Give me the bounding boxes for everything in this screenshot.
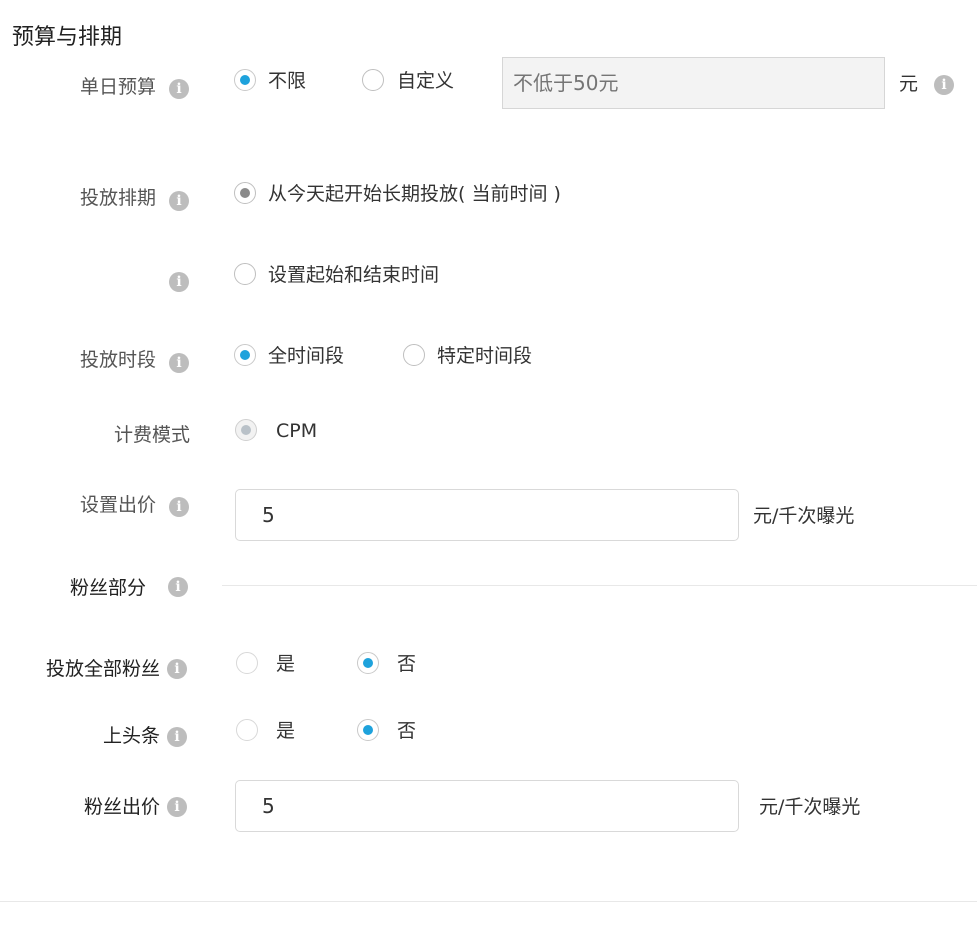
radio-schedule-long-term[interactable] xyxy=(234,182,256,204)
radio-budget-custom-label[interactable]: 自定义 xyxy=(397,67,454,95)
radio-budget-unlimited[interactable] xyxy=(234,69,256,91)
daily-budget-unit: 元 xyxy=(899,73,919,95)
radio-headline-yes-label[interactable]: 是 xyxy=(276,717,295,745)
radio-schedule-range[interactable] xyxy=(234,263,256,285)
radio-all-fans-no[interactable] xyxy=(357,652,379,674)
radio-budget-custom[interactable] xyxy=(362,69,384,91)
billing-label: 计费模式 xyxy=(113,424,190,446)
daily-budget-input[interactable] xyxy=(502,57,885,109)
radio-schedule-long-term-label[interactable]: 从今天起开始长期投放( 当前时间 ) xyxy=(268,180,561,208)
bottom-divider xyxy=(0,901,977,902)
info-icon[interactable]: i xyxy=(167,727,187,747)
bid-input[interactable] xyxy=(235,489,739,541)
fans-bid-label: 粉丝出价 xyxy=(83,796,160,818)
schedule-label: 投放排期 xyxy=(79,187,156,209)
radio-time-specific[interactable] xyxy=(403,344,425,366)
info-icon[interactable]: i xyxy=(934,75,954,95)
radio-headline-yes[interactable] xyxy=(236,719,258,741)
section-title: 预算与排期 xyxy=(12,25,123,50)
info-icon[interactable]: i xyxy=(169,497,189,517)
info-icon[interactable]: i xyxy=(169,79,189,99)
info-icon[interactable]: i xyxy=(167,659,187,679)
time-slot-label: 投放时段 xyxy=(79,349,156,371)
info-icon[interactable]: i xyxy=(168,577,188,597)
radio-budget-unlimited-label[interactable]: 不限 xyxy=(268,67,306,95)
radio-billing-cpm[interactable] xyxy=(235,419,257,441)
headline-label: 上头条 xyxy=(102,725,160,747)
radio-all-fans-no-label[interactable]: 否 xyxy=(397,650,416,678)
info-icon[interactable]: i xyxy=(169,272,189,292)
radio-schedule-range-label[interactable]: 设置起始和结束时间 xyxy=(268,261,439,289)
info-icon[interactable]: i xyxy=(169,353,189,373)
fans-bid-unit: 元/千次曝光 xyxy=(759,796,861,818)
radio-all-fans-yes-label[interactable]: 是 xyxy=(276,650,295,678)
daily-budget-label: 单日预算 xyxy=(79,76,156,98)
radio-time-all-label[interactable]: 全时间段 xyxy=(268,342,344,370)
fans-bid-input[interactable] xyxy=(235,780,739,832)
all-fans-label: 投放全部粉丝 xyxy=(45,658,160,680)
radio-headline-no[interactable] xyxy=(357,719,379,741)
radio-time-all[interactable] xyxy=(234,344,256,366)
radio-billing-cpm-label[interactable]: CPM xyxy=(276,417,317,445)
radio-headline-no-label[interactable]: 否 xyxy=(397,717,416,745)
bid-label: 设置出价 xyxy=(79,494,156,516)
info-icon[interactable]: i xyxy=(169,191,189,211)
fans-section-divider xyxy=(222,585,977,586)
radio-all-fans-yes[interactable] xyxy=(236,652,258,674)
bid-unit: 元/千次曝光 xyxy=(753,505,855,527)
fans-section-label: 粉丝部分 xyxy=(69,577,146,599)
info-icon[interactable]: i xyxy=(167,797,187,817)
radio-time-specific-label[interactable]: 特定时间段 xyxy=(437,342,532,370)
